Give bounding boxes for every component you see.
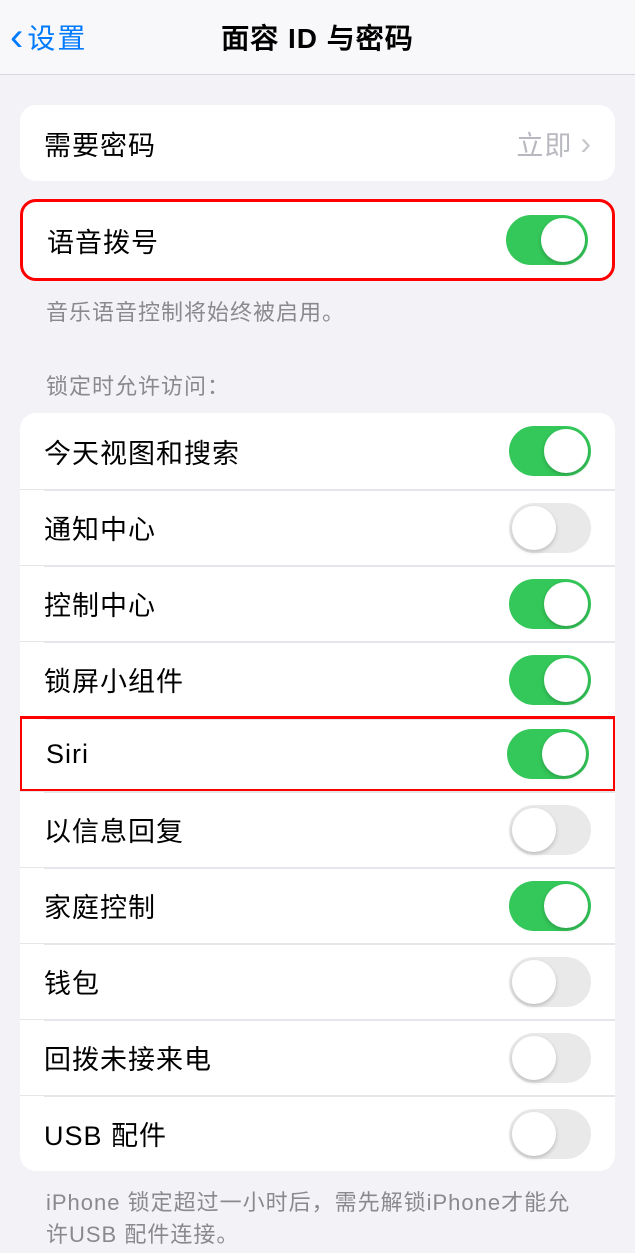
require-passcode-row[interactable]: 需要密码 立即 ›	[20, 105, 615, 181]
access-row-label: 今天视图和搜索	[44, 432, 240, 471]
access-toggle[interactable]	[509, 426, 591, 476]
back-button[interactable]: ‹ 设置	[0, 17, 87, 57]
access-row-label: Siri	[46, 739, 89, 770]
require-passcode-label: 需要密码	[44, 124, 156, 163]
toggle-knob	[544, 658, 588, 702]
chevron-left-icon: ‹	[10, 17, 23, 57]
toggle-knob	[542, 732, 586, 776]
access-row: 控制中心	[20, 565, 615, 641]
access-toggle[interactable]	[509, 1109, 591, 1159]
access-row-label: 回拨未接来电	[44, 1038, 212, 1077]
voice-dial-label: 语音拨号	[47, 221, 159, 260]
access-toggle[interactable]	[509, 655, 591, 705]
access-row-label: 以信息回复	[44, 810, 184, 849]
access-row: 家庭控制	[20, 867, 615, 943]
page-title: 面容 ID 与密码	[0, 17, 635, 57]
toggle-knob	[512, 1112, 556, 1156]
allow-access-header: 锁定时允许访问：	[20, 369, 615, 413]
access-row: 钱包	[20, 943, 615, 1019]
toggle-knob	[544, 884, 588, 928]
access-row-label: 控制中心	[44, 584, 156, 623]
toggle-knob	[544, 429, 588, 473]
access-toggle[interactable]	[509, 1033, 591, 1083]
toggle-knob	[541, 218, 585, 262]
voice-dial-toggle[interactable]	[506, 215, 588, 265]
access-row: USB 配件	[20, 1095, 615, 1171]
allow-access-footer: iPhone 锁定超过一小时后，需先解锁iPhone才能允许USB 配件连接。	[20, 1171, 615, 1249]
access-toggle[interactable]	[509, 957, 591, 1007]
access-row-label: 通知中心	[44, 508, 156, 547]
toggle-knob	[512, 808, 556, 852]
toggle-knob	[512, 1036, 556, 1080]
access-row: 锁屏小组件	[20, 641, 615, 717]
access-toggle[interactable]	[509, 881, 591, 931]
access-row-label: 钱包	[44, 962, 100, 1001]
access-row-label: 家庭控制	[44, 886, 156, 925]
toggle-knob	[512, 506, 556, 550]
access-toggle[interactable]	[509, 503, 591, 553]
voice-dial-row: 语音拨号	[23, 202, 612, 278]
navbar: ‹ 设置 面容 ID 与密码	[0, 0, 635, 75]
access-row: 以信息回复	[20, 791, 615, 867]
access-row-label: USB 配件	[44, 1114, 167, 1153]
allow-access-list: 今天视图和搜索通知中心控制中心锁屏小组件 Siri 以信息回复家庭控制钱包回拨未接来…	[20, 413, 615, 1171]
access-toggle[interactable]	[509, 805, 591, 855]
voice-dial-footer: 音乐语音控制将始终被启用。	[20, 281, 615, 327]
back-label: 设置	[27, 17, 87, 57]
access-row: Siri	[20, 716, 615, 792]
access-row: 回拨未接来电	[20, 1019, 615, 1095]
access-row: 通知中心	[20, 489, 615, 565]
access-row: 今天视图和搜索	[20, 413, 615, 489]
chevron-right-icon: ›	[580, 127, 591, 159]
access-toggle[interactable]	[509, 579, 591, 629]
require-passcode-value: 立即	[516, 124, 572, 163]
toggle-knob	[544, 582, 588, 626]
access-toggle[interactable]	[507, 729, 589, 779]
toggle-knob	[512, 960, 556, 1004]
access-row-label: 锁屏小组件	[44, 660, 184, 699]
